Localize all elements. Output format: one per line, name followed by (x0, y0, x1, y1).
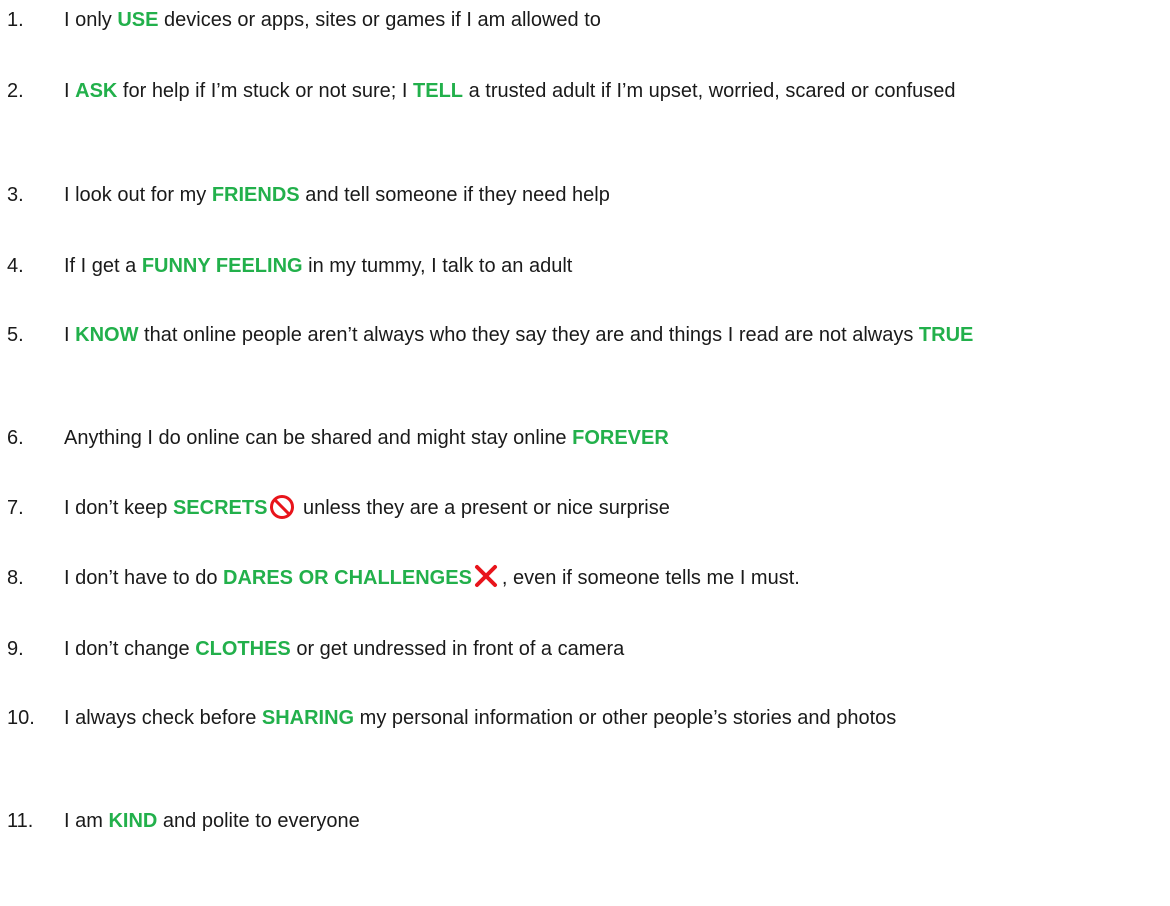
rule-text-segment: and tell someone if they need help (299, 184, 610, 206)
rule-text-segment: unless they are a present or nice surpri… (297, 497, 670, 519)
rule-text: If I get a FUNNY FEELING in my tummy, I … (64, 251, 1160, 281)
rule-text: I KNOW that online people aren’t always … (64, 320, 1160, 350)
rule-text-segment: a trusted adult if I’m upset, worried, s… (463, 80, 956, 102)
rule-number: 9. (7, 638, 24, 660)
rule-number: 8. (7, 567, 24, 589)
rule-text-segment: or get undressed in front of a camera (290, 638, 625, 660)
rule-text-segment: that online people aren’t always who the… (138, 324, 919, 346)
rule-text-segment: I always check before (64, 707, 262, 729)
rule-text: I am KIND and polite to everyone (64, 806, 1160, 836)
rule-keyword: KIND (108, 810, 158, 832)
rule-text-segment: Anything I do online can be shared and m… (64, 427, 573, 449)
rule-keyword: DARES OR CHALLENGES (223, 567, 472, 589)
rule-text: I don’t change CLOTHES or get undressed … (64, 634, 1160, 664)
rule-number: 10. (7, 707, 35, 729)
rule-number: 4. (7, 255, 24, 277)
rule-number: 1. (7, 9, 24, 31)
no-entry-icon (267, 495, 297, 519)
rule-text-segment: for help if I’m stuck or not sure; I (117, 80, 414, 102)
rule-keyword: FUNNY FEELING (141, 255, 303, 277)
rule-text: I look out for my FRIENDS and tell someo… (64, 180, 1160, 210)
rule-keyword: KNOW (75, 324, 139, 346)
rule-number: 7. (7, 497, 24, 519)
rule-text-segment: in my tummy, I talk to an adult (302, 255, 573, 277)
rule-text-segment: , even if someone tells me I must. (501, 567, 800, 589)
rule-text-segment: I don’t have to do (64, 567, 224, 589)
rule-text: I always check before SHARING my persona… (64, 703, 1014, 733)
rule-text-segment: I don’t change (64, 638, 196, 660)
rule-number: 5. (7, 324, 24, 346)
rule-text-segment: and polite to everyone (157, 810, 360, 832)
rule-text: Anything I do online can be shared and m… (64, 423, 1160, 453)
rule-text-segment: I am (64, 810, 109, 832)
rule-text-segment: I don’t keep (64, 497, 173, 519)
rule-text: I ASK for help if I’m stuck or not sure;… (64, 76, 1160, 106)
rule-keyword: SECRETS (172, 497, 268, 519)
rule-keyword: USE (117, 9, 159, 31)
rule-text-segment: I look out for my (64, 184, 212, 206)
rule-keyword: FOREVER (572, 427, 669, 449)
rule-text-segment: I only (64, 9, 118, 31)
rule-text-segment: I (64, 324, 76, 346)
rule-number: 11. (7, 810, 34, 832)
rule-text-segment: devices or apps, sites or games if I am … (158, 9, 601, 31)
cross-icon (472, 565, 502, 589)
rule-number: 2. (7, 80, 24, 102)
rule-number: 6. (7, 427, 24, 449)
rule-text-segment: If I get a (64, 255, 142, 277)
rule-keyword: TRUE (918, 324, 974, 346)
rule-keyword: TELL (413, 80, 464, 102)
rule-text-segment: I (64, 80, 76, 102)
rule-text: I only USE devices or apps, sites or gam… (64, 5, 1160, 35)
rule-keyword: ASK (75, 80, 118, 102)
rule-keyword: FRIENDS (211, 184, 300, 206)
rule-text: I don’t keep SECRETS unless they are a p… (64, 493, 1160, 523)
rule-number: 3. (7, 184, 24, 206)
rule-text-segment: my personal information or other people’… (354, 707, 897, 729)
rule-text: I don’t have to do DARES OR CHALLENGES , … (64, 563, 1160, 593)
rule-keyword: SHARING (261, 707, 355, 729)
rule-keyword: CLOTHES (195, 638, 291, 660)
